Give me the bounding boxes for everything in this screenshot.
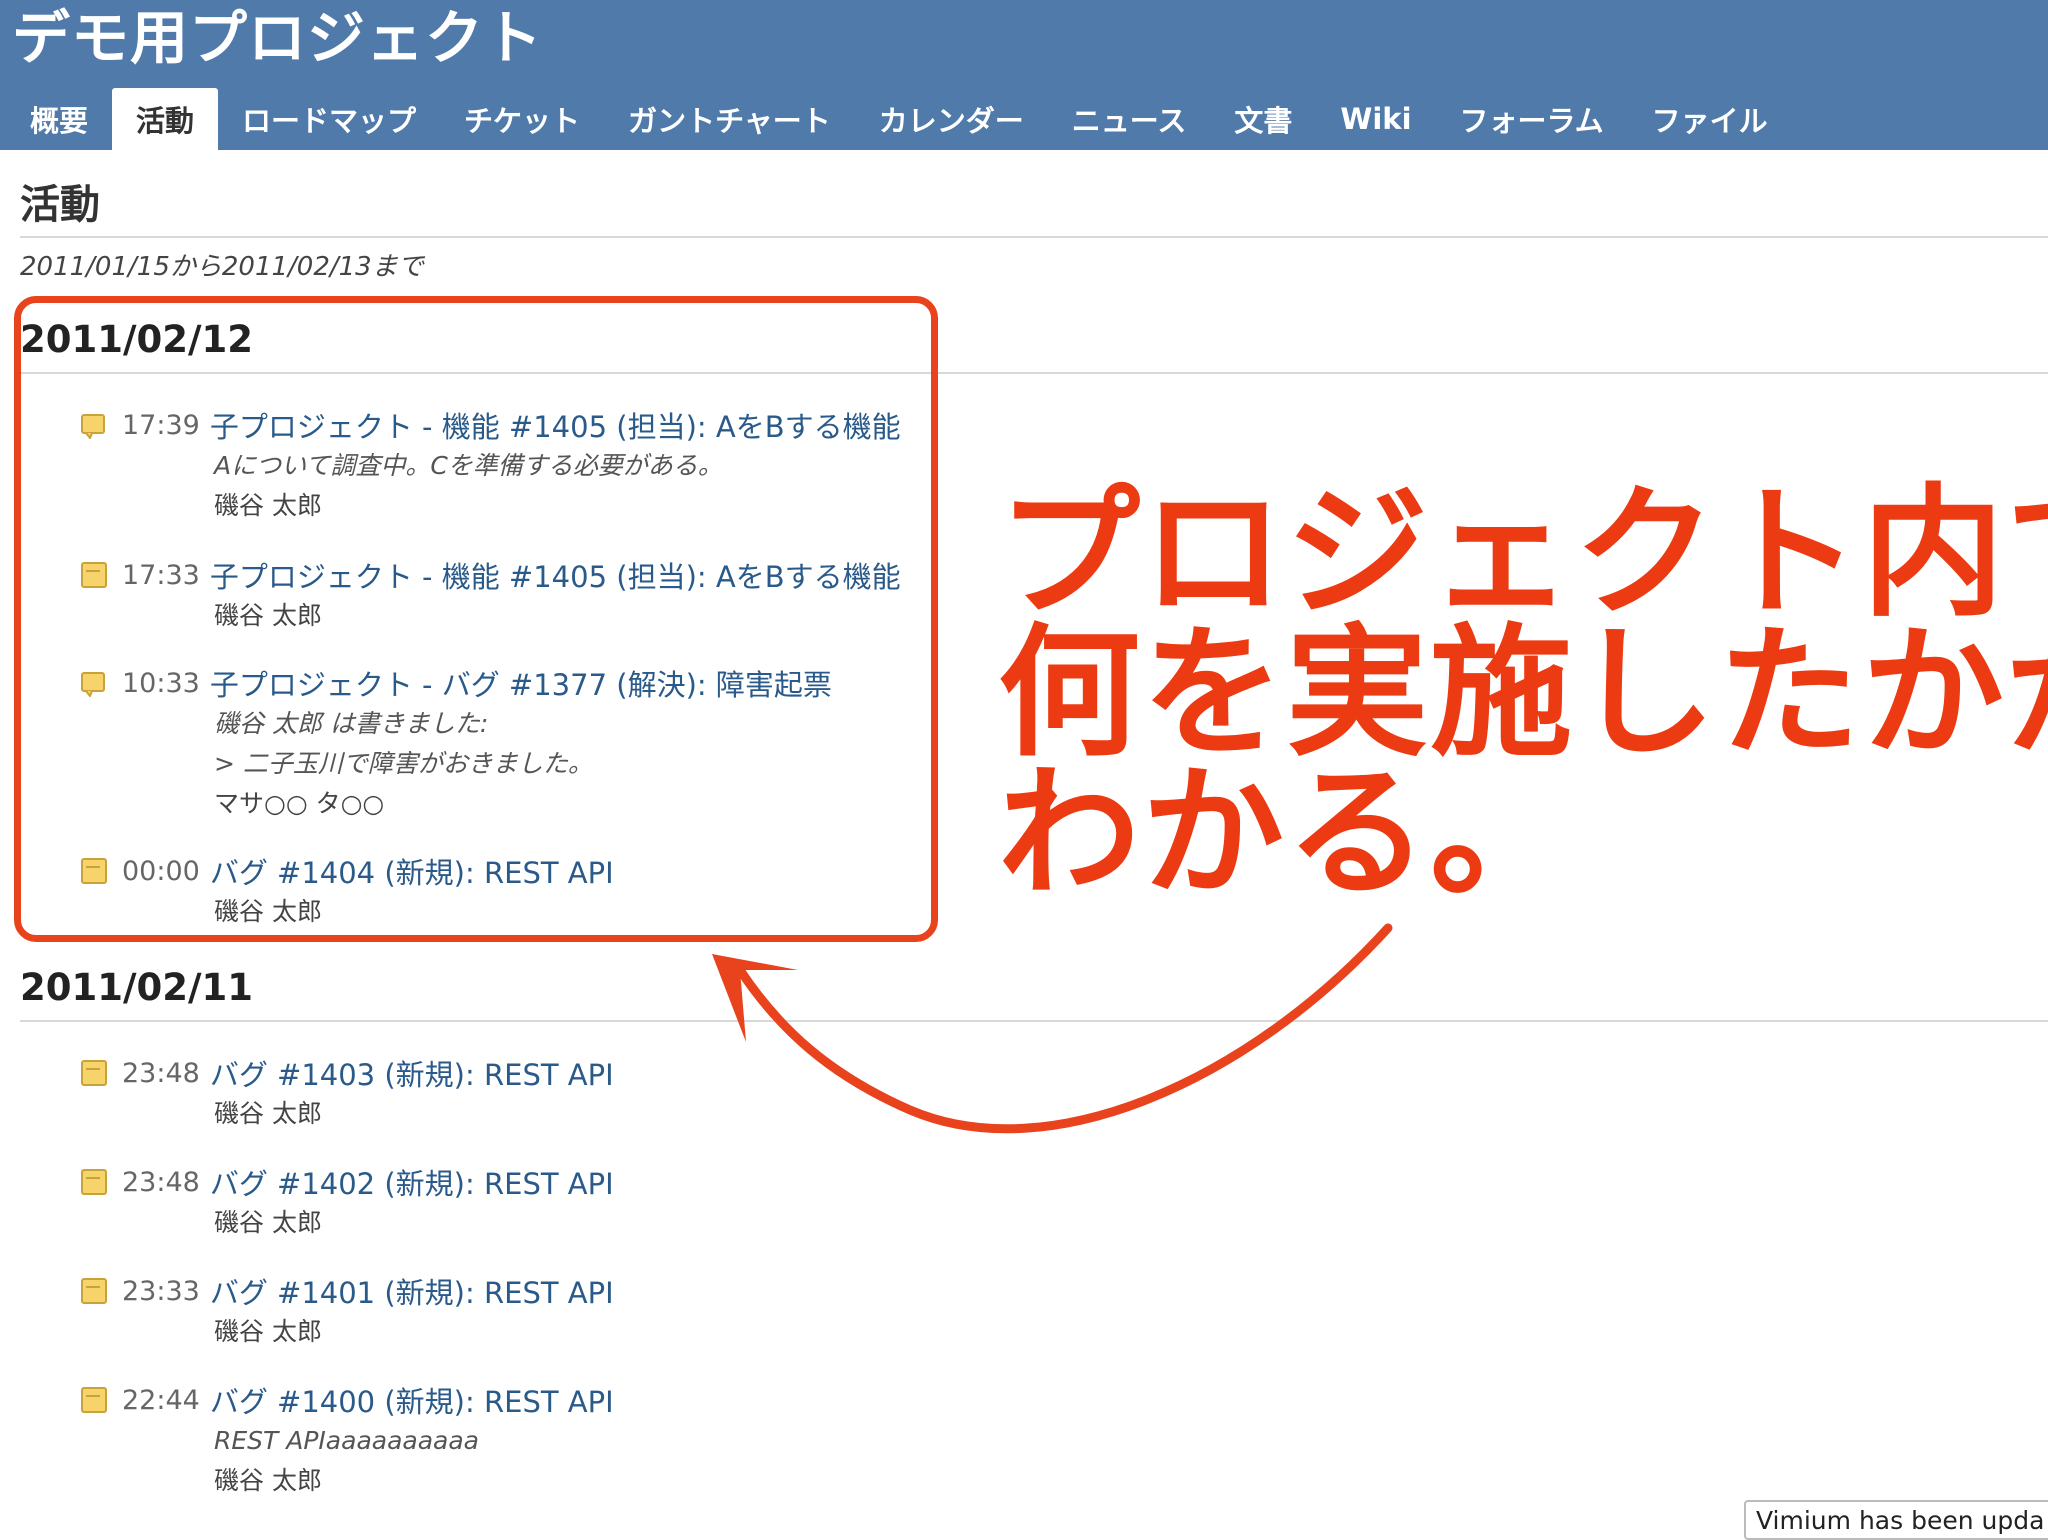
event-link[interactable]: バグ #1400 (新規): REST API	[210, 1379, 614, 1421]
tab-activity[interactable]: 活動	[112, 88, 219, 150]
event-link[interactable]: バグ #1401 (新規): REST API	[210, 1270, 614, 1312]
tab-forums[interactable]: フォーラム	[1436, 88, 1628, 150]
tab-issues[interactable]: チケット	[440, 88, 604, 150]
tab-overview[interactable]: 概要	[6, 88, 112, 150]
event-time: 22:44	[122, 1384, 200, 1416]
activity-event: 23:33 バグ #1401 (新規): REST API 磯谷 太郎	[80, 1270, 980, 1352]
project-header: デモ用プロジェクト 概要 活動 ロードマップ チケット ガントチャート カレンダ…	[0, 0, 2048, 150]
main-menu: 概要 活動 ロードマップ チケット ガントチャート カレンダー ニュース 文書 …	[6, 88, 1792, 150]
annotation-line: プロジェクト内で	[998, 471, 2048, 636]
highlight-box	[14, 296, 938, 942]
tab-files[interactable]: ファイル	[1628, 88, 1792, 150]
issue-icon	[81, 1387, 107, 1413]
event-author: 磯谷 太郎	[214, 1208, 322, 1237]
vimium-notification[interactable]: Vimium has been upda	[1744, 1500, 2048, 1540]
title-divider	[20, 236, 2048, 238]
tab-gantt[interactable]: ガントチャート	[604, 88, 855, 150]
event-author: 磯谷 太郎	[214, 1466, 322, 1495]
event-time: 23:48	[122, 1057, 200, 1089]
tab-calendar[interactable]: カレンダー	[855, 88, 1048, 150]
tab-news[interactable]: ニュース	[1048, 88, 1211, 150]
project-title: デモ用プロジェクト	[12, 4, 544, 72]
event-description: REST APIaaaaaaaaaa	[214, 1426, 480, 1455]
event-link[interactable]: バグ #1403 (新規): REST API	[210, 1052, 614, 1094]
activity-event: 22:44 バグ #1400 (新規): REST API REST APIaa…	[80, 1379, 980, 1501]
issue-icon	[81, 1169, 107, 1195]
curved-arrow-icon	[712, 923, 1393, 1134]
page-title: 活動	[20, 182, 100, 228]
event-time: 23:48	[122, 1166, 200, 1198]
event-author: 磯谷 太郎	[214, 1317, 322, 1346]
annotation-text: プロジェクト内で 何を実施したかが わかる。	[998, 471, 2048, 916]
day-heading: 2011/02/11	[20, 966, 253, 1009]
annotation-line: 何を実施したかが	[998, 611, 2048, 776]
activity-event: 23:48 バグ #1402 (新規): REST API 磯谷 太郎	[80, 1161, 980, 1243]
issue-icon	[81, 1278, 107, 1304]
tab-wiki[interactable]: Wiki	[1316, 88, 1435, 150]
annotation-line: わかる。	[998, 751, 1574, 916]
tab-documents[interactable]: 文書	[1210, 88, 1316, 150]
issue-icon	[81, 1060, 107, 1086]
event-time: 23:33	[122, 1275, 200, 1307]
event-link[interactable]: バグ #1402 (新規): REST API	[210, 1161, 614, 1203]
date-range: 2011/01/15から2011/02/13まで	[20, 252, 424, 282]
tab-roadmap[interactable]: ロードマップ	[218, 88, 440, 150]
